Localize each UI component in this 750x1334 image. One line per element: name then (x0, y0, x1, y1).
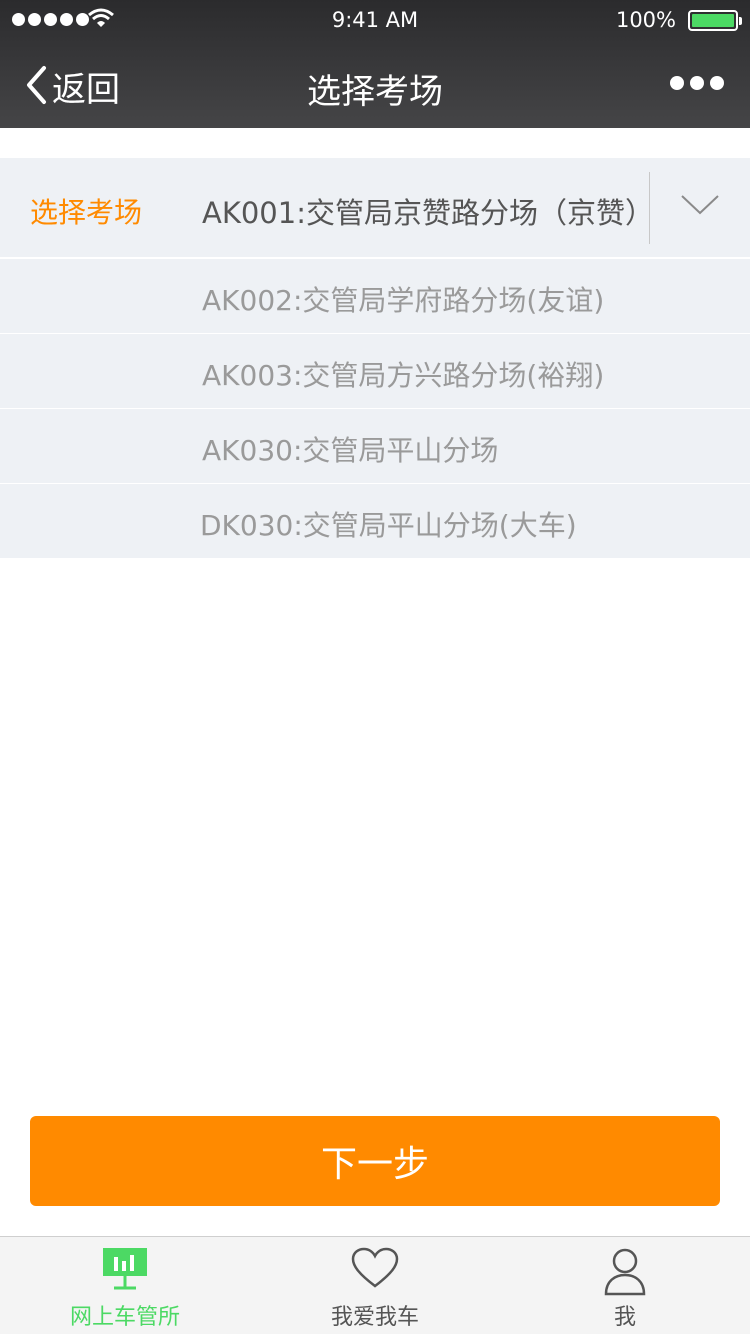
heart-icon (250, 1247, 500, 1289)
battery-percentage: 100% (615, 8, 676, 32)
option-label: DK030:交管局平山分场(大车) (200, 509, 577, 542)
more-menu-button[interactable] (670, 76, 724, 90)
person-icon (500, 1247, 750, 1297)
dropdown-option[interactable]: AK030:交管局平山分场 (0, 408, 750, 483)
option-label: AK030:交管局平山分场 (202, 434, 499, 467)
office-chart-icon (0, 1247, 250, 1291)
dropdown-option[interactable]: AK003:交管局方兴路分场(裕翔) (0, 333, 750, 408)
app-header: 9:41 AM 100% 返回 选择考场 (0, 0, 750, 128)
nav-bar: 返回 选择考场 (0, 40, 750, 128)
back-label: 返回 (52, 70, 120, 110)
dropdown-option[interactable]: DK030:交管局平山分场(大车) (0, 483, 750, 558)
tab-me[interactable]: 我 (500, 1237, 750, 1334)
tab-label: 我 (613, 1305, 636, 1330)
tab-label: 网上车管所 (69, 1305, 180, 1330)
ellipsis-icon (670, 76, 684, 90)
option-label: AK002:交管局学府路分场(友谊) (202, 284, 605, 317)
divider (649, 172, 650, 244)
bottom-tab-bar: 网上车管所 我爱我车 我 (0, 1236, 750, 1334)
back-button[interactable]: 返回 (24, 62, 120, 111)
chevron-left-icon (24, 65, 48, 109)
option-label: AK003:交管局方兴路分场(裕翔) (202, 359, 605, 392)
chevron-down-icon[interactable] (680, 193, 720, 221)
tab-online-vehicle-office[interactable]: 网上车管所 (0, 1237, 250, 1334)
next-step-button[interactable]: 下一步 (30, 1116, 720, 1206)
selected-exam-site: AK001:交管局京赞路分场（京赞） (202, 196, 654, 230)
exam-site-select[interactable]: 选择考场 AK001:交管局京赞路分场（京赞） (0, 158, 750, 258)
exam-site-selector: 选择考场 AK001:交管局京赞路分场（京赞） AK002:交管局学府路分场(友… (0, 158, 750, 558)
selector-label: 选择考场 (30, 196, 143, 229)
tab-label: 我爱我车 (330, 1305, 419, 1330)
tab-my-car[interactable]: 我爱我车 (250, 1237, 500, 1334)
status-bar: 9:41 AM 100% (0, 0, 750, 40)
dropdown-option[interactable]: AK002:交管局学府路分场(友谊) (0, 258, 750, 333)
battery-icon (688, 10, 742, 31)
